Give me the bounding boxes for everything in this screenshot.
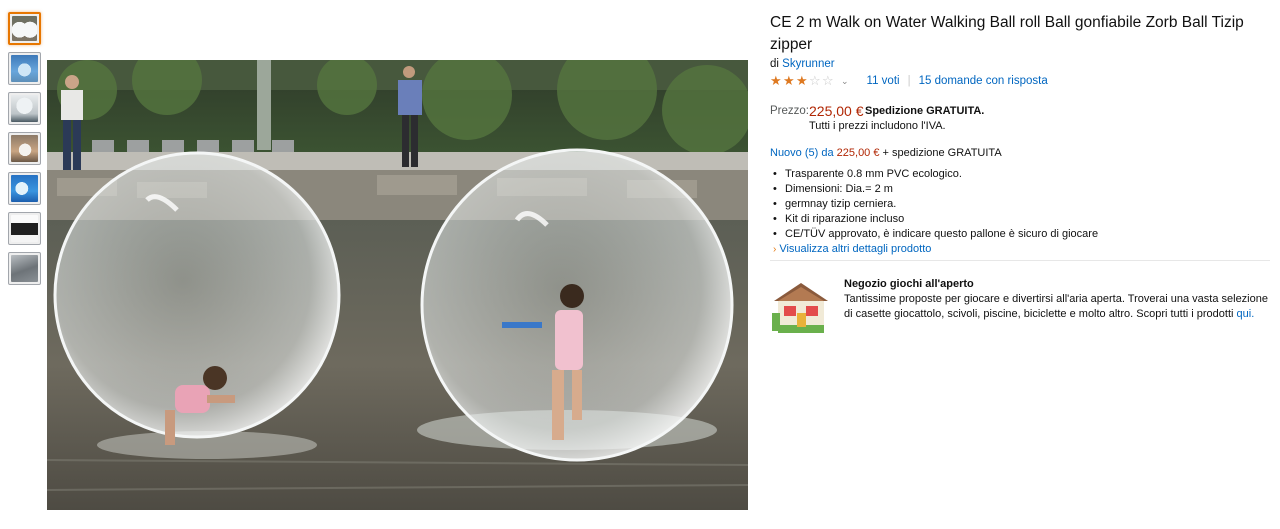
new-offers: Nuovo (5) da 225,00 € + spedizione GRATU… <box>770 147 1270 159</box>
promo-title: Negozio giochi all'aperto <box>844 278 974 290</box>
thumbnail-2[interactable] <box>8 52 41 85</box>
votes-link[interactable]: 11 voti <box>867 75 900 87</box>
feature-item: CE/TÜV approvato, è indicare questo pall… <box>770 227 1270 242</box>
star-icon-empty: ☆ <box>822 73 834 88</box>
divider <box>770 260 1270 261</box>
vat-note: Tutti i prezzi includono l'IVA. <box>809 120 946 132</box>
rating-row: ★ ★ ★ ☆ ☆ ⌄ 11 voti | 15 domande con ris… <box>770 73 1270 89</box>
thumbnail-list <box>8 12 42 292</box>
promo-text: Negozio giochi all'aperto Tantissime pro… <box>844 277 1270 335</box>
chevron-down-icon[interactable]: ⌄ <box>841 76 849 87</box>
thumbnail-6[interactable] <box>8 212 41 245</box>
separator: | <box>907 75 911 87</box>
free-shipping-text: Spedizione GRATUITA. <box>865 105 985 117</box>
new-offers-price: 225,00 € <box>836 147 880 159</box>
thumbnail-5[interactable] <box>8 172 41 205</box>
star-icon-filled: ★ <box>783 73 795 88</box>
thumbnail-1[interactable] <box>8 12 41 45</box>
chevron-right-icon: › <box>773 244 777 255</box>
brand-link[interactable]: Skyrunner <box>782 58 834 70</box>
feature-item: Trasparente 0.8 mm PVC ecologico. <box>770 167 1270 182</box>
by-prefix: di <box>770 58 779 70</box>
star-icon-empty: ☆ <box>809 73 821 88</box>
thumbnail-4[interactable] <box>8 132 41 165</box>
product-title: CE 2 m Walk on Water Walking Ball roll B… <box>770 14 1244 53</box>
promo-description: Tantissime proposte per giocare e divert… <box>844 293 1268 320</box>
product-info: CE 2 m Walk on Water Walking Ball roll B… <box>770 12 1270 255</box>
price-value: 225,00 € <box>809 103 864 119</box>
star-icon-filled: ★ <box>796 73 808 88</box>
new-offers-label: Nuovo (5) da <box>770 147 834 159</box>
feature-item: Kit di riparazione incluso <box>770 212 1270 227</box>
star-rating[interactable]: ★ ★ ★ ☆ ☆ <box>770 73 835 88</box>
questions-link[interactable]: 15 domande con risposta <box>919 75 1048 87</box>
feature-bullets: Trasparente 0.8 mm PVC ecologico. Dimens… <box>770 167 1270 242</box>
thumbnail-3[interactable] <box>8 92 41 125</box>
price-label: Prezzo: <box>770 105 809 117</box>
new-offers-link[interactable]: Nuovo (5) da 225,00 € <box>770 147 879 159</box>
more-details-row: › Visualizza altri dettagli prodotto <box>770 243 1270 255</box>
main-product-image[interactable] <box>47 60 748 510</box>
feature-item: Dimensioni: Dia.= 2 m <box>770 182 1270 197</box>
brand-line: di Skyrunner <box>770 58 1270 70</box>
thumbnail-7[interactable] <box>8 252 41 285</box>
promo-box: Negozio giochi all'aperto Tantissime pro… <box>770 277 1270 335</box>
promo-link[interactable]: qui. <box>1237 308 1255 320</box>
price-block: Prezzo: 225,00 € Spedizione GRATUITA. Tu… <box>770 103 1270 137</box>
new-offers-shipping: + spedizione GRATUITA <box>882 147 1002 159</box>
feature-item: germnay tizip cerniera. <box>770 197 1270 212</box>
product-photo <box>47 60 748 510</box>
star-icon-filled: ★ <box>770 73 782 88</box>
more-details-link[interactable]: Visualizza altri dettagli prodotto <box>779 243 931 255</box>
playhouse-image[interactable] <box>770 279 832 335</box>
